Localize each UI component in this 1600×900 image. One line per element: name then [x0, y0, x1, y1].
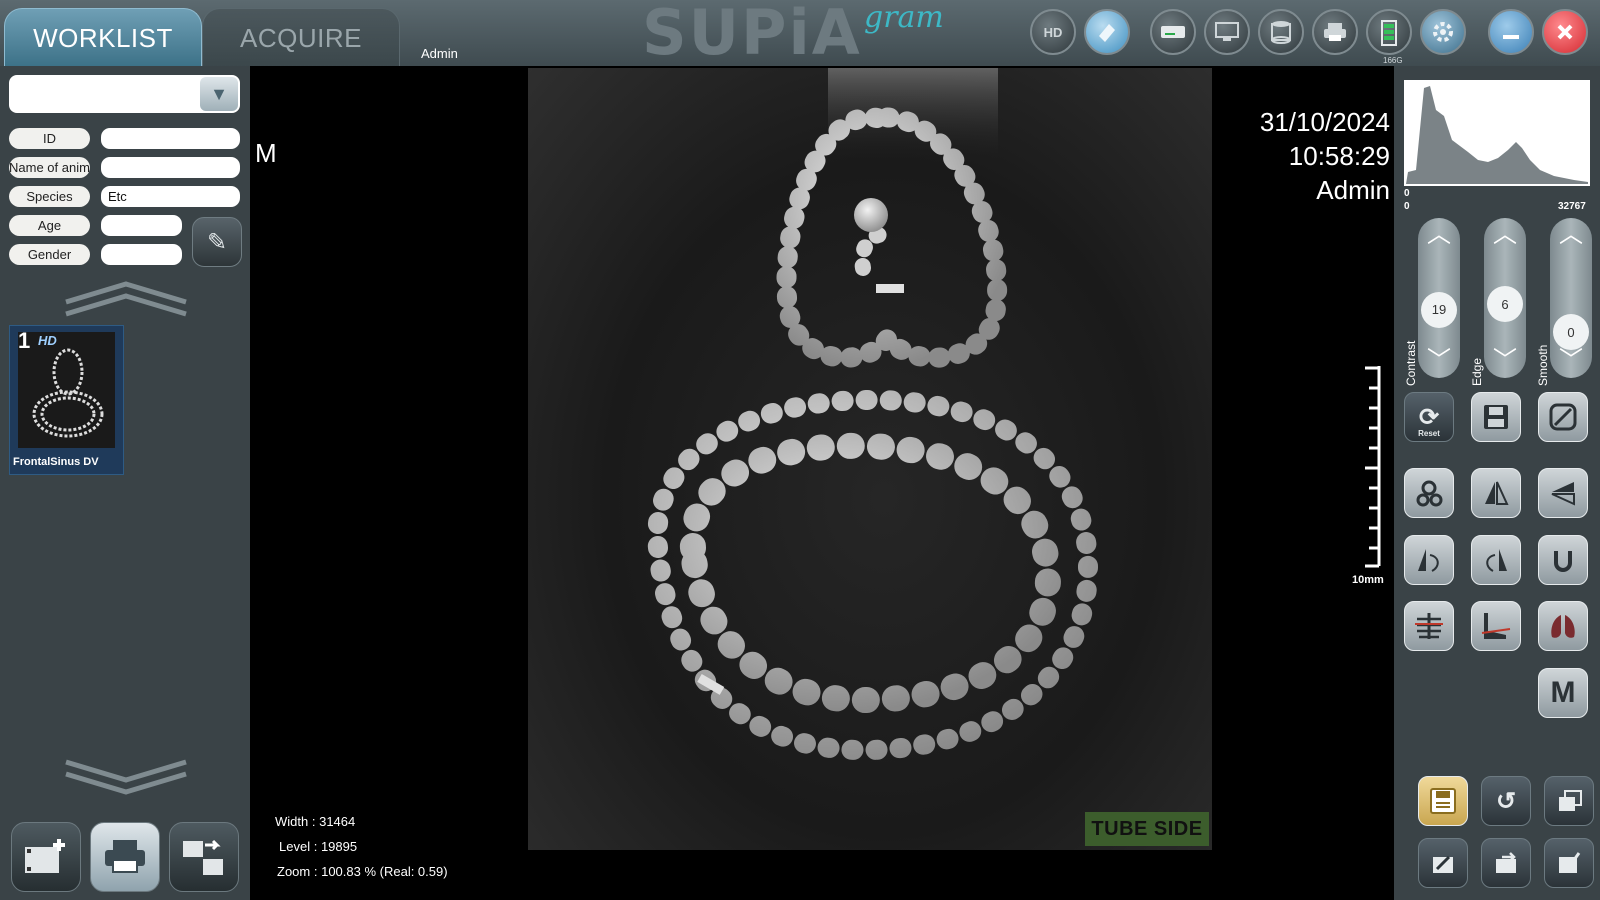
zoom-readout: Zoom : 100.83 % (Real: 0.59)	[277, 864, 448, 879]
thumbnail-caption: FrontalSinus DV	[13, 456, 99, 468]
smooth-up-icon[interactable]: ︿	[1554, 220, 1588, 250]
edge-slider[interactable]: ︿ 6 ﹀	[1484, 218, 1526, 378]
overlay-operator: Admin	[1316, 175, 1390, 205]
settings-icon[interactable]	[1420, 9, 1466, 55]
flip-horizontal-icon[interactable]	[1471, 468, 1521, 518]
tab-worklist[interactable]: WORKLIST	[4, 8, 202, 67]
reset-label: Reset	[1418, 429, 1440, 438]
contrast-up-icon[interactable]: ︿	[1422, 220, 1456, 250]
send-image-icon[interactable]	[1418, 838, 1468, 888]
extremity-preset-icon[interactable]	[1471, 601, 1521, 651]
animal-name-label: Name of animal	[9, 157, 90, 178]
invert-button[interactable]	[1538, 392, 1588, 442]
disk-space-label: 166G	[1383, 56, 1403, 65]
close-icon[interactable]	[1542, 9, 1588, 55]
rotate-right-icon[interactable]	[1471, 535, 1521, 585]
histogram-max-x: 32767	[1558, 201, 1586, 212]
rotate-180-icon[interactable]	[1538, 535, 1588, 585]
scale-ruler	[1365, 366, 1381, 568]
contrast-down-icon[interactable]: ﹀	[1422, 346, 1456, 376]
orientation-marker: M	[255, 138, 277, 168]
filter-dropdown-icon[interactable]: ▼	[200, 77, 238, 111]
contrast-slider[interactable]: ︿ 19 ﹀	[1418, 218, 1460, 378]
rotate-tool-icon[interactable]	[1404, 468, 1454, 518]
age-field[interactable]	[101, 215, 182, 236]
width-value: 31464	[319, 814, 356, 829]
study-thumbnail[interactable]: 1 HD FrontalSinus DV	[9, 325, 124, 475]
overlay-time: 10:58:29	[1288, 141, 1390, 171]
tube-side-label: TUBE SIDE	[1085, 812, 1209, 846]
edge-label: Edge	[1470, 357, 1484, 386]
edge-down-icon[interactable]: ﹀	[1488, 346, 1522, 376]
zoom-label: Zoom :	[277, 864, 318, 879]
flip-vertical-icon[interactable]	[1538, 468, 1588, 518]
smooth-label: Smooth	[1536, 344, 1550, 386]
logged-in-user: Admin	[421, 46, 458, 61]
animal-name-field[interactable]	[101, 157, 240, 178]
species-field[interactable]: Etc	[101, 186, 240, 207]
level-readout: Level : 19895	[279, 839, 357, 854]
hd-icon[interactable]: HD	[1030, 9, 1076, 55]
thumbnail-number: 1	[18, 328, 31, 353]
contrast-label: Contrast	[1404, 340, 1418, 386]
undo-button[interactable]: ↺	[1481, 776, 1531, 826]
eraser-icon[interactable]	[1084, 9, 1130, 55]
new-study-button[interactable]	[11, 822, 81, 892]
print-button[interactable]	[90, 822, 160, 892]
overlay-datetime: 31/10/2024 10:58:29 Admin	[1180, 105, 1390, 207]
ruler-label: 10mm	[1352, 574, 1384, 586]
lung-preset-icon[interactable]	[1538, 601, 1588, 651]
film-layout-icon[interactable]	[1544, 776, 1594, 826]
monitor-icon[interactable]	[1204, 9, 1250, 55]
logo-script-text: gram	[864, 0, 944, 35]
logo-main-text: SUPiA	[642, 0, 862, 69]
gender-field[interactable]	[101, 244, 182, 265]
histogram-min-x: 0	[1404, 201, 1410, 212]
app-logo: SUPiA gram	[642, 0, 962, 69]
smooth-down-icon[interactable]: ﹀	[1554, 346, 1588, 376]
thumbnail-image	[18, 332, 115, 448]
edge-up-icon[interactable]: ︿	[1488, 220, 1522, 250]
thorax-preset-icon[interactable]	[1404, 601, 1454, 651]
scroll-down-icon[interactable]	[64, 756, 188, 796]
battery-icon	[1366, 9, 1412, 55]
database-icon[interactable]	[1258, 9, 1304, 55]
id-label: ID	[9, 128, 90, 149]
tab-acquire[interactable]: ACQUIRE	[202, 8, 400, 67]
rotate-left-icon[interactable]	[1404, 535, 1454, 585]
printer-icon[interactable]	[1312, 9, 1358, 55]
xray-image[interactable]	[528, 68, 1212, 850]
contrast-knob[interactable]: 19	[1421, 291, 1457, 328]
hd-label: HD	[1043, 24, 1063, 40]
annotate-image-icon[interactable]	[1544, 838, 1594, 888]
overlay-date: 31/10/2024	[1259, 107, 1390, 137]
width-label: Width :	[275, 814, 316, 829]
scroll-up-icon[interactable]	[64, 280, 188, 320]
save-study-button[interactable]	[1418, 776, 1468, 826]
gender-label: Gender	[9, 244, 90, 265]
level-value: 19895	[320, 839, 358, 854]
smooth-knob[interactable]: 0	[1553, 314, 1589, 350]
minimize-icon[interactable]	[1488, 9, 1534, 55]
edge-knob[interactable]: 6	[1487, 286, 1523, 322]
save-image-button[interactable]	[1471, 392, 1521, 442]
worklist-search-input[interactable]: ▼	[9, 75, 240, 113]
scanner-icon[interactable]	[1150, 9, 1196, 55]
thumbnail-hd-badge: HD	[38, 333, 57, 348]
export-image-icon[interactable]	[1481, 838, 1531, 888]
edit-patient-button[interactable]: ✎	[192, 217, 242, 267]
smooth-slider[interactable]: ︿ 0 ﹀	[1550, 218, 1592, 378]
width-readout: Width : 31464	[275, 814, 355, 829]
level-label: Level :	[279, 839, 318, 854]
age-label: Age	[9, 215, 90, 236]
marker-button[interactable]: M	[1538, 668, 1588, 718]
zoom-value: 100.83 % (Real: 0.59)	[321, 864, 448, 879]
id-field[interactable]	[101, 128, 240, 149]
left-panel: ▼ ID Name of animal Species Etc Age Gend…	[0, 66, 250, 900]
species-label: Species	[9, 186, 90, 207]
histogram-min-y: 0	[1404, 188, 1410, 199]
histogram	[1404, 80, 1590, 186]
reset-button[interactable]: ⟳ Reset	[1404, 392, 1454, 442]
transfer-study-button[interactable]	[169, 822, 239, 892]
